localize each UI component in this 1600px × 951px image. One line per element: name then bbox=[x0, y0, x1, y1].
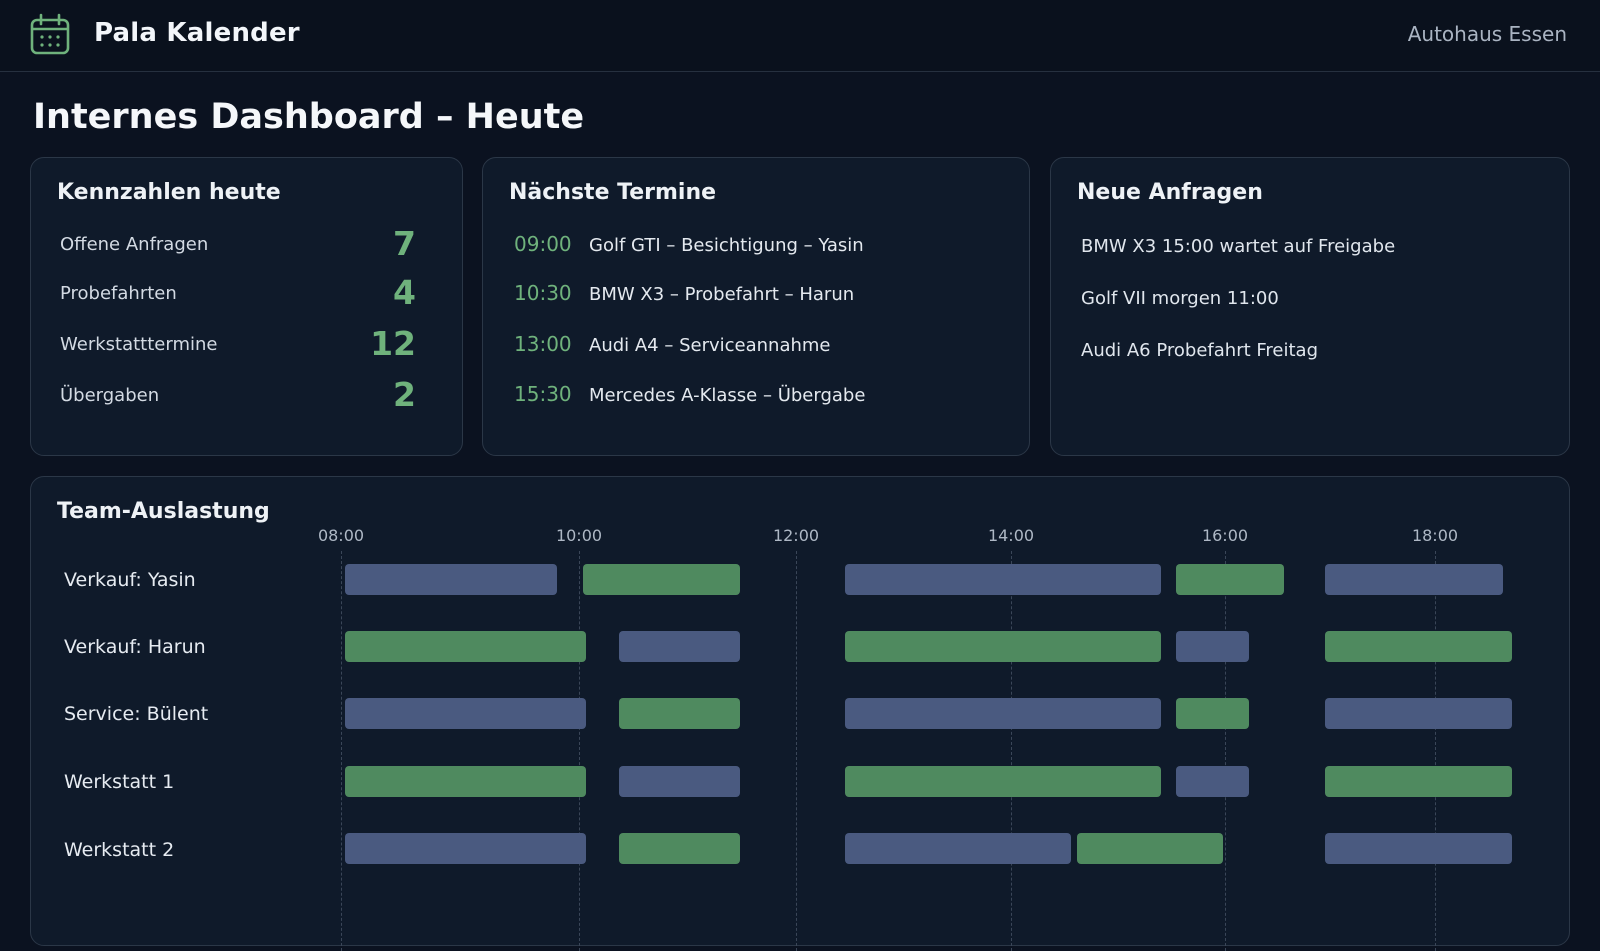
time-gridline bbox=[796, 551, 797, 951]
schedule-bar-free[interactable] bbox=[1325, 631, 1512, 662]
time-gridline bbox=[1435, 551, 1436, 951]
kpi-label: Übergaben bbox=[60, 385, 160, 406]
kpi-value: 7 bbox=[393, 224, 416, 263]
team-row-label: Service: Bülent bbox=[64, 703, 209, 725]
team-card-title: Team-Auslastung bbox=[57, 499, 270, 524]
schedule-bar-free[interactable] bbox=[619, 698, 740, 729]
schedule-bar-free[interactable] bbox=[345, 766, 587, 797]
appointment-item[interactable]: 10:30 BMW X3 – Probefahrt – Harun bbox=[514, 281, 854, 311]
request-item[interactable]: BMW X3 15:00 wartet auf Freigabe bbox=[1081, 236, 1395, 257]
appointments-card: Nächste Termine 09:00 Golf GTI – Besichti… bbox=[482, 157, 1030, 456]
schedule-bar-free[interactable] bbox=[844, 631, 1161, 662]
schedule-bar-busy[interactable] bbox=[619, 631, 740, 662]
appointment-time: 13:00 bbox=[514, 332, 572, 356]
time-gridline bbox=[1225, 551, 1226, 951]
request-item[interactable]: Audi A6 Probefahrt Freitag bbox=[1081, 340, 1318, 361]
schedule-bar-free[interactable] bbox=[1325, 766, 1512, 797]
calendar-icon[interactable] bbox=[30, 13, 70, 55]
page-title: Internes Dashboard – Heute bbox=[33, 97, 585, 137]
kpi-label: Werkstatttermine bbox=[60, 334, 218, 355]
kpi-row: Offene Anfragen 7 bbox=[60, 224, 416, 268]
schedule-bar-busy[interactable] bbox=[844, 698, 1161, 729]
appointment-time: 15:30 bbox=[514, 382, 572, 406]
time-tick-label: 14:00 bbox=[987, 526, 1035, 545]
time-tick-label: 18:00 bbox=[1411, 526, 1459, 545]
schedule-bar-busy[interactable] bbox=[619, 766, 740, 797]
time-tick-label: 08:00 bbox=[317, 526, 365, 545]
appointment-text: Audi A4 – Serviceannahme bbox=[589, 335, 831, 356]
schedule-bar-free[interactable] bbox=[619, 833, 740, 864]
team-utilization-card: Team-Auslastung 08:00 10:00 12:00 14:00 … bbox=[30, 476, 1570, 951]
kpi-row: Probefahrten 4 bbox=[60, 273, 416, 317]
schedule-bar-free[interactable] bbox=[345, 631, 587, 662]
time-gridline bbox=[1011, 551, 1012, 951]
time-gridline bbox=[341, 551, 342, 951]
schedule-bar-busy[interactable] bbox=[345, 698, 587, 729]
kpi-label: Offene Anfragen bbox=[60, 234, 209, 255]
schedule-bar-busy[interactable] bbox=[345, 564, 558, 595]
request-item[interactable]: Golf VII morgen 11:00 bbox=[1081, 288, 1279, 309]
team-row-label: Verkauf: Yasin bbox=[64, 569, 196, 591]
schedule-bar-busy[interactable] bbox=[1175, 631, 1250, 662]
schedule-bar-busy[interactable] bbox=[844, 564, 1161, 595]
schedule-bar-busy[interactable] bbox=[1325, 833, 1512, 864]
kpi-value: 2 bbox=[393, 375, 416, 414]
app-title: Pala Kalender bbox=[94, 18, 300, 48]
team-row-label: Werkstatt 1 bbox=[64, 771, 175, 793]
kpi-row: Werkstatttermine 12 bbox=[60, 324, 416, 368]
kpi-card-title: Kennzahlen heute bbox=[57, 180, 281, 205]
schedule-bar-free[interactable] bbox=[1175, 698, 1250, 729]
schedule-bar-busy[interactable] bbox=[1325, 564, 1503, 595]
appointment-item[interactable]: 09:00 Golf GTI – Besichtigung – Yasin bbox=[514, 232, 864, 262]
requests-card: Neue Anfragen BMW X3 15:00 wartet auf Fr… bbox=[1050, 157, 1570, 456]
schedule-bar-busy[interactable] bbox=[844, 833, 1072, 864]
team-row-label: Werkstatt 2 bbox=[64, 839, 175, 861]
requests-card-title: Neue Anfragen bbox=[1077, 180, 1263, 205]
appointment-time: 10:30 bbox=[514, 281, 572, 305]
schedule-bar-free[interactable] bbox=[1175, 564, 1285, 595]
schedule-bar-busy[interactable] bbox=[1325, 698, 1512, 729]
appointment-text: BMW X3 – Probefahrt – Harun bbox=[589, 284, 855, 305]
appointment-item[interactable]: 13:00 Audi A4 – Serviceannahme bbox=[514, 332, 831, 362]
kpi-label: Probefahrten bbox=[60, 283, 177, 304]
company-name[interactable]: Autohaus Essen bbox=[1408, 22, 1567, 46]
kpi-card: Kennzahlen heute Offene Anfragen 7 Probe… bbox=[30, 157, 463, 456]
time-gridline bbox=[579, 551, 580, 951]
schedule-bar-busy[interactable] bbox=[1175, 766, 1250, 797]
top-bar: Pala Kalender Autohaus Essen bbox=[0, 0, 1600, 72]
time-tick-label: 10:00 bbox=[555, 526, 603, 545]
kpi-value: 12 bbox=[370, 324, 416, 363]
schedule-bar-free[interactable] bbox=[844, 766, 1161, 797]
appointment-time: 09:00 bbox=[514, 232, 572, 256]
appointment-item[interactable]: 15:30 Mercedes A-Klasse – Übergabe bbox=[514, 382, 865, 412]
schedule-bar-free[interactable] bbox=[1077, 833, 1223, 864]
kpi-row: Übergaben 2 bbox=[60, 375, 416, 419]
appointments-card-title: Nächste Termine bbox=[509, 180, 717, 205]
schedule-bar-busy[interactable] bbox=[345, 833, 587, 864]
time-tick-label: 12:00 bbox=[772, 526, 820, 545]
team-row-label: Verkauf: Harun bbox=[64, 636, 206, 658]
appointment-text: Golf GTI – Besichtigung – Yasin bbox=[589, 235, 864, 256]
appointment-text: Mercedes A-Klasse – Übergabe bbox=[589, 385, 866, 406]
time-tick-label: 16:00 bbox=[1201, 526, 1249, 545]
schedule-bar-free[interactable] bbox=[583, 564, 740, 595]
kpi-value: 4 bbox=[393, 273, 416, 312]
